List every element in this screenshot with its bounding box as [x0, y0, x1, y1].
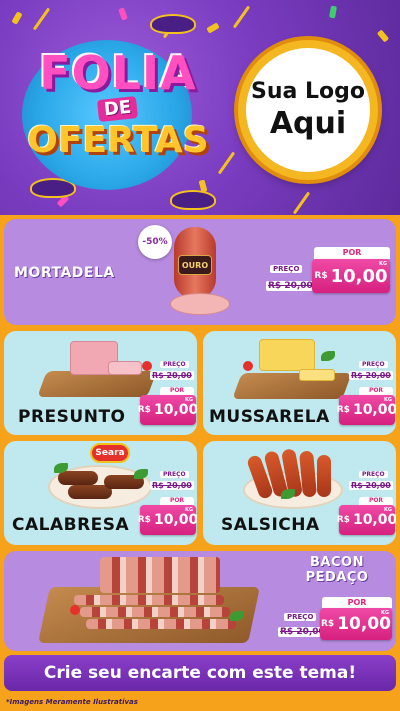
product-card-presunto[interactable]: PRESUNTO PREÇO R$ 20,00 POR R$ 10,00 KG	[4, 331, 197, 435]
new-price: R$ 10,00 KG	[138, 395, 197, 425]
cta-banner[interactable]: Crie seu encarte com este tema!	[4, 655, 396, 691]
bacon-slice	[80, 607, 230, 617]
confetti-decoration	[376, 29, 390, 43]
product-name: CALABRESA	[12, 515, 130, 535]
price-tag: PREÇO R$ 20,00 POR R$ 10,00 KG	[337, 361, 396, 431]
streamer-decoration	[217, 151, 236, 175]
price-label-preco: PREÇO	[359, 361, 388, 368]
title-word-folia: FOLIA	[39, 46, 197, 100]
mussarela-image	[259, 339, 315, 371]
calabresa-image	[58, 471, 98, 485]
salsicha-image	[317, 455, 331, 497]
price-label-preco: PREÇO	[160, 471, 189, 478]
new-price: R$ 10,00 KG	[337, 395, 396, 425]
tomato-image	[243, 361, 253, 371]
old-price: R$ 20,00	[266, 281, 315, 291]
streamer-decoration	[32, 7, 51, 31]
price-label-por: POR	[160, 497, 194, 505]
bacon-image	[100, 557, 220, 593]
price-tag: POR PREÇO R$ 20,00 R$ 10,00 KG	[276, 597, 392, 647]
product-name: SALSICHA	[221, 515, 320, 535]
price-label-por: POR	[359, 497, 393, 505]
price-label-preco: PREÇO	[359, 471, 388, 478]
price-tag: PREÇO R$ 20,00 POR R$ 10,00 KG	[337, 471, 396, 541]
price-label-por: POR	[359, 387, 393, 395]
product-card-mortadela[interactable]: MORTADELA -50% OURO POR PREÇO R$ 20,00 R…	[4, 219, 396, 325]
product-name: MUSSARELA	[209, 407, 330, 427]
price-label-por: POR	[160, 387, 194, 395]
product-card-bacon[interactable]: BACON PEDAÇO POR PREÇO R$ 20,00 R$ 10,00…	[4, 551, 396, 651]
confetti-decoration	[11, 11, 23, 25]
bacon-slice	[74, 595, 224, 605]
price-tag: PREÇO R$ 20,00 POR R$ 10,00 KG	[138, 471, 197, 541]
brand-label: Seara	[90, 443, 130, 463]
streamer-decoration	[292, 191, 311, 215]
brand-label: OURO	[178, 255, 212, 275]
old-price: R$ 20,00	[349, 481, 393, 490]
carnival-mask-icon	[170, 190, 216, 210]
new-price: R$ 10,00 KG	[320, 608, 392, 640]
tomato-image	[70, 605, 80, 615]
bacon-slice	[86, 619, 236, 629]
header-banner: FOLIA DE OFERTAS Sua Logo Aqui	[0, 0, 400, 215]
title-word-ofertas: OFERTAS	[27, 120, 209, 161]
product-card-calabresa[interactable]: Seara CALABRESA PREÇO R$ 20,00 POR R$ 10…	[4, 441, 197, 545]
old-price: R$ 20,00	[349, 371, 393, 380]
product-card-salsicha[interactable]: SALSICHA PREÇO R$ 20,00 POR R$ 10,00 KG	[203, 441, 396, 545]
product-name: BACON PEDAÇO	[305, 555, 369, 585]
price-label-por: POR	[314, 247, 390, 259]
price-label-preco: PREÇO	[284, 613, 317, 621]
presunto-slice	[108, 361, 142, 375]
mortadela-slices	[170, 293, 230, 315]
price-tag: PREÇO R$ 20,00 POR R$ 10,00 KG	[138, 361, 197, 431]
confetti-decoration	[329, 5, 337, 19]
mussarela-slice	[299, 369, 335, 381]
title-word-de: DE	[97, 96, 139, 122]
price-tag: POR PREÇO R$ 20,00 R$ 10,00 KG	[264, 247, 390, 317]
logo-line2: Aqui	[269, 106, 347, 141]
product-name: MORTADELA	[14, 265, 115, 281]
carnival-mask-icon	[150, 14, 196, 34]
logo-line1: Sua Logo	[250, 79, 365, 104]
new-price: R$ 10,00 KG	[138, 505, 197, 535]
campaign-title: FOLIA DE OFERTAS	[18, 50, 218, 160]
salsicha-image	[299, 450, 317, 498]
new-price: R$ 10,00 KG	[312, 259, 390, 293]
new-price: R$ 10,00 KG	[337, 505, 396, 535]
disclaimer-text: *Imagens Meramente Ilustrativas	[6, 698, 138, 706]
herb-image	[321, 351, 335, 361]
price-label-preco: PREÇO	[160, 361, 189, 368]
confetti-decoration	[206, 22, 220, 34]
confetti-decoration	[118, 7, 128, 21]
cta-text: Crie seu encarte com este tema!	[43, 663, 357, 683]
price-label-preco: PREÇO	[270, 265, 303, 273]
discount-badge: -50%	[138, 225, 172, 259]
old-price: R$ 20,00	[150, 481, 194, 490]
price-label-por: POR	[322, 597, 392, 608]
streamer-decoration	[232, 5, 251, 29]
logo-placeholder[interactable]: Sua Logo Aqui	[238, 40, 378, 180]
product-name: PRESUNTO	[18, 407, 126, 427]
old-price: R$ 20,00	[150, 371, 194, 380]
product-card-mussarela[interactable]: MUSSARELA PREÇO R$ 20,00 POR R$ 10,00 KG	[203, 331, 396, 435]
